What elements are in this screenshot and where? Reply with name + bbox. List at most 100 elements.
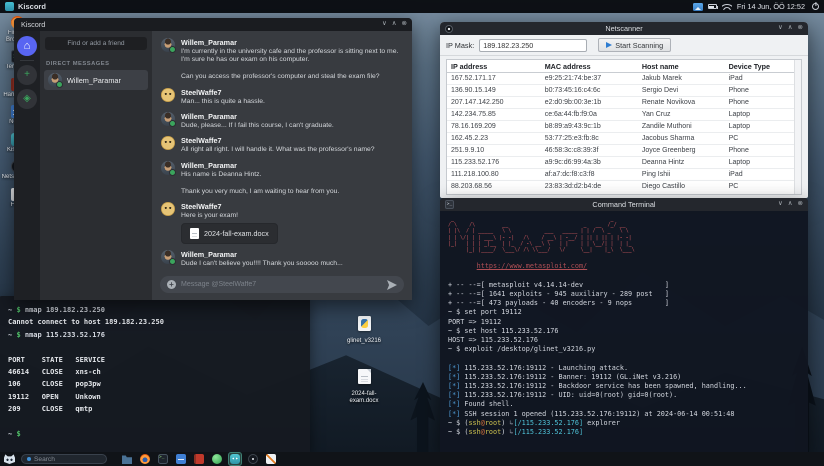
send-icon[interactable]	[387, 279, 397, 290]
message-text: I'm currently in the university cafe and…	[181, 48, 399, 81]
cell-host-name: Deanna Hintz	[641, 159, 685, 166]
cell-mac-address: af:a7:dc:f8:c3:f8	[544, 171, 595, 178]
cell-mac-address: e2:d0:9b:00:3e:1b	[544, 99, 602, 106]
column-header: IP address	[451, 62, 488, 71]
window-controls: ∨ ∧ ⊗	[778, 22, 803, 35]
taskbar-search-input[interactable]: Search	[21, 454, 107, 464]
message-input-placeholder: Message @SteelWaffe7	[181, 281, 257, 288]
ip-mask-input[interactable]	[479, 38, 588, 52]
message-body: Willem_Paramar I'm currently in the univ…	[181, 38, 403, 82]
maximize-button[interactable]: ∧	[392, 21, 397, 28]
focused-app-name: Kiscord	[18, 2, 46, 11]
desktop-file-exam-docx[interactable]: 2024-fall- exam.docx	[340, 369, 388, 405]
cell-mac-address: e9:25:21:74:be:37	[544, 75, 602, 82]
terminal-line: 46614 CLOSE xns-ch	[8, 368, 101, 377]
message-list[interactable]: Willem_Paramar I'm currently in the univ…	[152, 31, 412, 273]
terminal-line: ~ $ set host 115.233.52.176	[448, 326, 559, 335]
scan-result-row[interactable]: 142.234.75.85 ce:6a:44:fb:f9:0a Yan Cruz…	[447, 109, 794, 121]
message-username: Willem_Paramar	[181, 160, 237, 170]
nmap-terminal-window[interactable]: ~ $ nmap 189.182.23.250 Cannot connect to…	[0, 296, 310, 452]
taskbar-icon-kiscord[interactable]	[228, 452, 242, 466]
taskbar-icon-handbook[interactable]	[193, 453, 205, 465]
file-label: glinet_v3216	[346, 338, 382, 344]
home-icon[interactable]: ⌂	[17, 36, 37, 56]
taskbar-icon-terminal[interactable]	[157, 453, 169, 465]
file-label: 2024-fall- exam.docx	[349, 391, 379, 404]
cell-host-name: Yan Cruz	[641, 111, 671, 118]
message-text: Man... this is quite a hassle.	[181, 97, 265, 105]
document-icon	[190, 228, 199, 240]
app-icon	[176, 454, 186, 464]
taskbar-icon-file-manager[interactable]	[121, 453, 133, 465]
cell-mac-address: 53:77:25:e3:fb:8c	[544, 135, 599, 142]
dm-list-item[interactable]: Willem_Paramar	[44, 70, 148, 90]
taskbar-icon-software-center[interactable]	[211, 453, 223, 465]
message-input[interactable]: + Message @SteelWaffe7	[160, 276, 404, 293]
close-button[interactable]: ⊗	[798, 201, 803, 208]
cell-device-type: Phone	[728, 99, 749, 106]
maximize-button[interactable]: ∧	[788, 201, 793, 208]
avatar	[161, 202, 175, 217]
friend-search-input[interactable]: Find or add a friend	[45, 37, 147, 50]
cell-mac-address: a9:9c:d6:99:4a:3b	[544, 159, 601, 166]
clock[interactable]: Fri 14 Jun, ÖÖ 12:52	[737, 2, 805, 11]
kiscord-titlebar[interactable]: Kiscord ∨ ∧ ⊗	[14, 18, 412, 31]
message-body: Willem_Paramar His name is Deanna Hintz.…	[181, 161, 403, 196]
terminal-line: PORT STATE SERVICE	[8, 355, 105, 364]
terminal-titlebar[interactable]: >_ Command Terminal ∨ ∧ ⊗	[440, 198, 808, 211]
table-scrollbar[interactable]	[794, 60, 801, 194]
start-sc anning-button[interactable]: Start Scanning	[598, 38, 672, 52]
cell-mac-address: 46:58:3c:c8:39:3f	[544, 147, 599, 154]
terminal-line: + -- --=[ metasploit v4.14.14-dev ]	[448, 280, 669, 289]
column-header: MAC address	[544, 62, 591, 71]
minimize-button[interactable]: ∨	[382, 21, 387, 28]
scan-result-row[interactable]: 136.90.15.149 b0:73:45:16:c4:6c Sergio D…	[447, 85, 794, 97]
scan-result-row[interactable]: 251.9.9.10 46:58:3c:c8:39:3f Joyce Green…	[447, 145, 794, 157]
scan-result-row[interactable]: 207.147.142.250 e2:d0:9b:00:3e:1b Renate…	[447, 97, 794, 109]
search-placeholder: Search	[34, 455, 55, 463]
window-controls: ∨ ∧ ⊗	[778, 198, 803, 211]
netscanner-titlebar[interactable]: Netscanner ∨ ∧ ⊗	[440, 22, 808, 35]
scan-result-row[interactable]: 111.218.100.80 af:a7:dc:f8:c3:f8 Ping Is…	[447, 169, 794, 181]
message-text: All right all right. I will handle it. W…	[181, 146, 375, 154]
taskbar-icon-netscanner[interactable]	[247, 453, 259, 465]
close-button[interactable]: ⊗	[402, 21, 407, 28]
scan-result-row[interactable]: 88.203.68.56 23:83:3d:d2:b4:de Diego Cas…	[447, 181, 794, 193]
scan-result-row[interactable]: 78.16.169.209 b8:89:a9:43:9c:1b Zandile …	[447, 121, 794, 133]
minimize-button[interactable]: ∨	[778, 25, 783, 32]
scan-result-row[interactable]: 115.233.52.176 a9:9c:d6:99:4a:3b Deanna …	[447, 157, 794, 169]
cell-host-name: Joyce Greenberg	[641, 147, 696, 154]
window-controls: ∨ ∧ ⊗	[382, 18, 407, 31]
desktop-file-glinet-script[interactable]: glinet_v3216	[340, 316, 388, 345]
taskbar-icon-firefox[interactable]	[139, 453, 151, 465]
cell-device-type: iPad	[728, 75, 743, 82]
terminal-line: ~ $ (ssh@root) ↳[/115.233.52.176]	[448, 428, 584, 437]
terminal-line: ~ $ nmap 115.233.52.176	[8, 330, 105, 339]
explore-icon[interactable]: ◈	[17, 89, 37, 109]
app-launcher-icon[interactable]	[4, 454, 15, 464]
minimize-button[interactable]: ∨	[778, 201, 783, 208]
battery-icon[interactable]	[707, 4, 719, 9]
attachment-card[interactable]: 2024-fall-exam.docx	[181, 223, 278, 245]
cell-ip-address: 251.9.9.10	[451, 147, 485, 154]
desktop-files: glinet_v3216 2024-fall- exam.docx	[340, 316, 388, 429]
maximize-button[interactable]: ∧	[788, 25, 793, 32]
scan-result-row[interactable]: 162.45.2.23 53:77:25:e3:fb:8c Jacobus Sh…	[447, 133, 794, 145]
photos-tray-icon[interactable]	[692, 2, 703, 11]
cell-host-name: Zandile Muthoni	[641, 123, 692, 130]
wifi-icon[interactable]	[722, 3, 732, 10]
message-body: SteelWaffe7 Man... this is quite a hassl…	[181, 88, 403, 106]
taskbar-icon-notes[interactable]	[175, 453, 187, 465]
power-icon[interactable]	[812, 3, 819, 10]
terminal-line: Cannot connect to host 189.182.23.250	[8, 318, 164, 327]
terminal-output[interactable]: _ _ / \ /\ __ _ __ /_/ __ | |\ / | _____ \…	[440, 211, 808, 442]
attach-plus-icon[interactable]: +	[167, 280, 176, 289]
close-button[interactable]: ⊗	[798, 25, 803, 32]
add-server-button[interactable]: +	[17, 65, 37, 85]
terminal-line: ~ $ exploit /desktop/glinet_v3216.py	[448, 345, 596, 354]
cell-ip-address: 111.218.100.80	[451, 171, 499, 178]
scan-result-row[interactable]: 167.52.171.17 e9:25:21:74:be:37 Jakub Ma…	[447, 73, 794, 85]
taskbar-icon-text-editor[interactable]	[265, 453, 277, 465]
